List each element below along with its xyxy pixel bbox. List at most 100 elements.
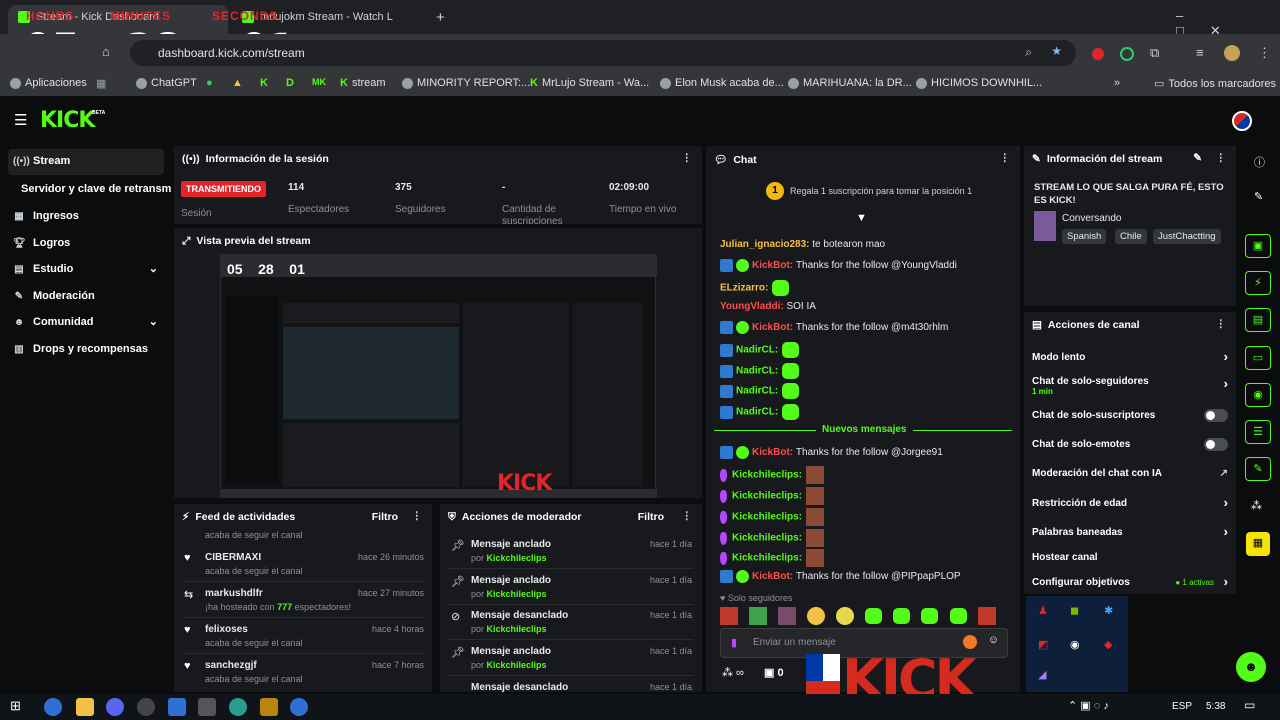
filter-button[interactable]: Filtro xyxy=(638,511,664,523)
filter-button[interactable]: Filtro xyxy=(372,511,398,523)
app-icon[interactable] xyxy=(198,698,216,716)
file-explorer-icon[interactable] xyxy=(76,698,94,716)
bookmark-mrlujo[interactable]: K MrLujo Stream - Wa... xyxy=(530,77,649,89)
language-indicator[interactable]: ESP xyxy=(1172,701,1192,712)
channel-points[interactable]: ▣ 0 xyxy=(764,666,784,679)
gift-sub-prompt[interactable]: Regala 1 suscripción para tomar la posic… xyxy=(790,186,972,196)
bluetooth-icon[interactable]: ✱ xyxy=(1104,604,1113,617)
doc-tool-icon[interactable]: ▤ xyxy=(1245,308,1271,332)
ai-moderation-action[interactable]: Moderación del chat con IA ↗ xyxy=(1032,468,1228,486)
sidebar-item-stream[interactable]: ((•)) Stream xyxy=(8,149,164,175)
bookmark-minority[interactable]: MINORITY REPORT:... xyxy=(402,77,530,89)
sidebar-item-server-key[interactable]: Servidor y clave de retransmisión xyxy=(16,177,172,203)
d-icon[interactable]: D xyxy=(286,77,294,89)
tray-icons[interactable]: ⌃ ▣ ◌ ♪ xyxy=(1068,699,1109,712)
profile-avatar[interactable] xyxy=(1224,45,1240,61)
support-chat-icon[interactable]: ☻ xyxy=(1236,652,1266,682)
grid-icon[interactable]: ▦ xyxy=(96,77,106,90)
chrome-taskbar-icon[interactable] xyxy=(44,698,62,716)
more-options-icon[interactable]: ⋮ xyxy=(682,152,693,164)
emote-bar[interactable] xyxy=(720,607,1010,625)
all-bookmarks[interactable]: ▭ Todos los marcadores xyxy=(1154,77,1276,90)
zoom-icon[interactable]: ⌕ xyxy=(1025,45,1032,60)
app-icon[interactable] xyxy=(229,698,247,716)
banned-words-action[interactable]: Palabras baneadas › xyxy=(1032,524,1228,545)
bookmark-marihuana[interactable]: MARIHUANA: la DR... xyxy=(788,77,912,89)
mk-icon[interactable]: MK xyxy=(312,77,326,87)
address-bar[interactable]: dashboard.kick.com/stream ⌕ ★ xyxy=(130,40,1076,66)
sidebar-item-achievements[interactable]: 🏆︎ Logros xyxy=(8,231,164,257)
more-options-icon[interactable]: ⋮ xyxy=(412,510,423,522)
bookmark-chatgpt[interactable]: ChatGPT xyxy=(136,77,197,89)
emote-icon[interactable] xyxy=(720,607,738,625)
upload-icon[interactable] xyxy=(963,635,977,649)
slow-mode-action[interactable]: Modo lento › xyxy=(1032,349,1228,370)
emote-icon[interactable] xyxy=(921,608,939,624)
bookmark-star-icon[interactable]: ★ xyxy=(1051,44,1062,58)
start-menu-icon[interactable]: ⊞ xyxy=(10,698,28,716)
browser-menu-icon[interactable]: ⋮ xyxy=(1258,45,1271,61)
emote-only-action[interactable]: Chat de solo-emotes xyxy=(1032,438,1228,457)
emote-only-toggle[interactable] xyxy=(1204,438,1228,451)
emote-icon[interactable] xyxy=(977,607,996,625)
hamburger-menu-icon[interactable]: ☰ xyxy=(14,111,27,129)
steam-icon[interactable]: ◉ xyxy=(1070,638,1080,651)
emote-icon[interactable] xyxy=(778,607,797,625)
user-avatar[interactable] xyxy=(1232,111,1252,131)
extension-icon[interactable] xyxy=(1120,47,1134,61)
emote-icon[interactable] xyxy=(865,608,883,624)
tag[interactable]: Spanish xyxy=(1062,229,1107,244)
emote-icon[interactable] xyxy=(749,607,768,625)
extensions-puzzle-icon[interactable]: ⧉ xyxy=(1150,45,1159,61)
bolt-tool-icon[interactable]: ⚡︎ xyxy=(1245,271,1271,295)
info-icon[interactable]: ⓘ xyxy=(1254,154,1265,170)
bookmark-elon[interactable]: Elon Musk acaba de... xyxy=(660,77,784,89)
stream-video-preview[interactable]: 05 28 01 KICK xyxy=(220,254,657,498)
pinned-toggle-icon[interactable]: ▼ xyxy=(856,212,867,224)
sidebar-item-community[interactable]: ☻ Comunidad ⌄ xyxy=(8,310,164,336)
emote-icon[interactable] xyxy=(893,608,911,624)
emote-icon[interactable] xyxy=(836,607,855,625)
sidebar-item-studio[interactable]: ▤ Estudio ⌄ xyxy=(8,257,164,283)
host-channel-action[interactable]: Hostear canal xyxy=(1032,552,1228,570)
list-tool-icon[interactable]: ☰ xyxy=(1245,420,1271,444)
sidebar-item-drops[interactable]: ▥ Drops y recompensas xyxy=(8,337,164,363)
chrome-taskbar-icon[interactable] xyxy=(290,698,308,716)
wrench-tool-icon[interactable]: ✎ xyxy=(1245,457,1271,481)
bookmark-icon[interactable]: ▲ xyxy=(232,77,243,89)
nvidia-icon[interactable]: ◼ xyxy=(1070,604,1079,617)
emote-icon[interactable] xyxy=(949,608,967,624)
edit-icon[interactable]: ✎ xyxy=(1254,190,1263,203)
bookmark-downhill[interactable]: HICIMOS DOWNHIL... xyxy=(916,77,1042,89)
bookmark-apps[interactable]: Aplicaciones xyxy=(10,77,87,89)
clock[interactable]: 5:38 xyxy=(1206,701,1225,712)
age-restriction-action[interactable]: Restricción de edad › xyxy=(1032,495,1228,516)
category-name[interactable]: Conversando xyxy=(1062,213,1121,224)
discord-icon[interactable] xyxy=(106,698,124,716)
new-tab-icon[interactable]: + xyxy=(436,9,445,26)
app-icon[interactable]: ♟ xyxy=(1038,604,1048,617)
app-icon[interactable]: ◢ xyxy=(1038,668,1046,681)
whatsapp-icon[interactable]: ● xyxy=(206,77,213,89)
sidebar-item-income[interactable]: ▦ Ingresos xyxy=(8,204,164,230)
home-icon[interactable]: ⌂ xyxy=(102,44,110,59)
tag[interactable]: JustChactting xyxy=(1153,229,1221,244)
bookmark-stream[interactable]: Kstream xyxy=(340,77,386,89)
more-options-icon[interactable]: ⋮ xyxy=(1216,152,1227,164)
subs-only-action[interactable]: Chat de solo-suscriptores xyxy=(1032,409,1228,428)
chat-tool-icon[interactable]: ▭ xyxy=(1245,346,1271,370)
camera-tool-icon[interactable]: ▣ xyxy=(1245,234,1271,258)
mod-view-icon[interactable]: ⁂ xyxy=(1251,499,1262,512)
emote-icon[interactable] xyxy=(807,607,826,625)
notifications-icon[interactable]: ▭ xyxy=(1244,698,1255,712)
sidebar-item-moderation[interactable]: ✎ Moderación xyxy=(8,284,164,310)
emoji-picker-icon[interactable]: ☺ xyxy=(988,634,999,646)
obs-icon[interactable] xyxy=(137,698,155,716)
followers-only-action[interactable]: Chat de solo-seguidores 1 min › xyxy=(1032,376,1228,402)
mod-tools-icon[interactable]: ⁂ ∞ xyxy=(722,666,744,679)
app-icon[interactable] xyxy=(168,698,186,716)
amd-icon[interactable]: ◩ xyxy=(1038,638,1048,651)
kick-logo[interactable]: KICK xyxy=(40,108,95,133)
more-options-icon[interactable]: ⋮ xyxy=(1000,152,1011,164)
kick-k-icon[interactable]: K xyxy=(260,77,268,89)
